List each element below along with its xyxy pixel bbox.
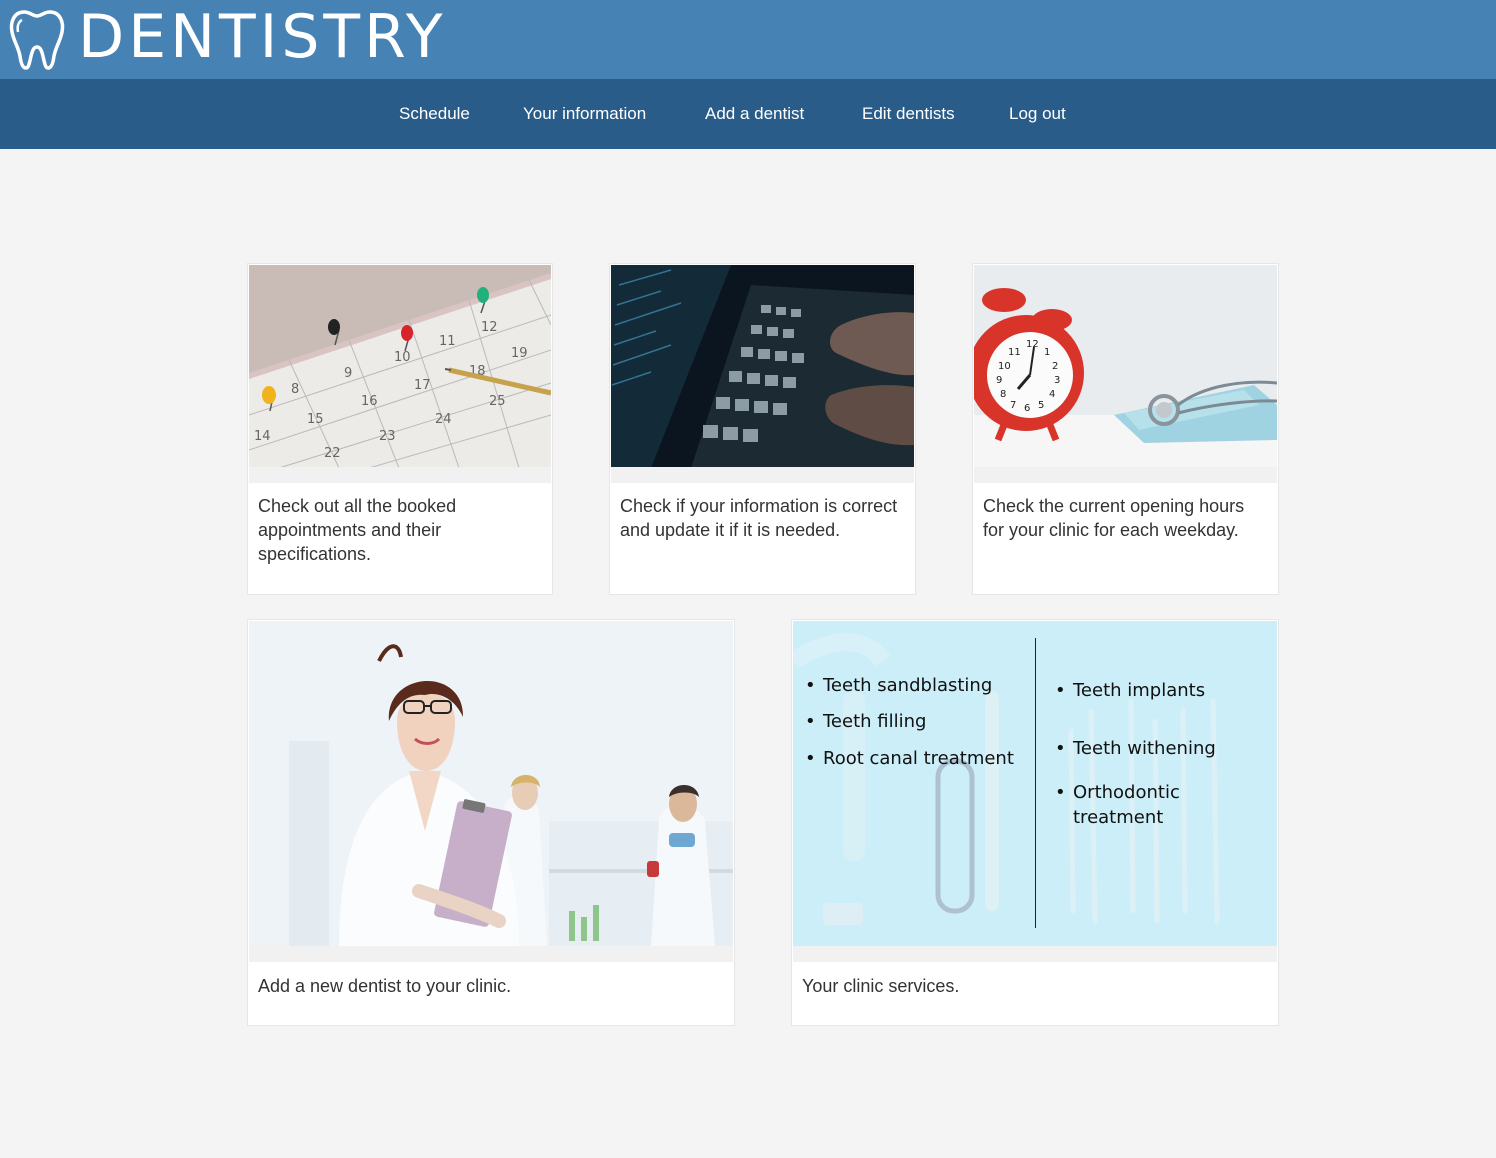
service-item: Teeth filling [803,709,1033,734]
svg-text:23: 23 [379,429,396,444]
card-divider [249,467,551,483]
svg-text:4: 4 [1049,389,1055,400]
svg-text:8: 8 [291,382,299,397]
information-card[interactable]: Check if your information is correct and… [609,263,916,595]
svg-text:2: 2 [1052,361,1058,372]
clinic-services-card-text: Your clinic services. [802,976,960,996]
schedule-card-text: Check out all the booked appointments an… [258,496,457,564]
svg-text:3: 3 [1054,375,1060,386]
dentist-photo [249,621,733,947]
nav-add-dentist[interactable]: Add a dentist [705,103,804,125]
svg-text:25: 25 [489,394,506,409]
svg-text:12: 12 [1026,339,1039,350]
brand-bar: DENTISTRY [0,0,1496,79]
svg-text:11: 11 [1008,347,1021,358]
opening-hours-card[interactable]: 12 1 2 3 4567 8 9 10 11 Check the current open… [972,263,1279,595]
svg-text:8: 8 [1000,389,1006,400]
svg-text:1: 1 [1044,347,1050,358]
service-item: Orthodontic treatment [1053,780,1268,830]
svg-text:15: 15 [307,412,324,427]
svg-text:7: 7 [1010,400,1016,411]
svg-text:10: 10 [394,350,411,365]
services-panel: Teeth sandblasting Teeth filling Root ca… [793,621,1277,947]
brand-name[interactable]: DENTISTRY [78,2,447,72]
nav-your-information[interactable]: Your information [523,103,646,125]
calendar-image: 8 9 10 11 12 14 15 16 17 18 19 22 23 24 25 [249,265,551,468]
card-divider [249,946,733,962]
main-nav: Schedule Your information Add a dentist … [0,79,1496,149]
add-dentist-card[interactable]: Add a new dentist to your clinic. [247,619,735,1026]
svg-text:10: 10 [998,361,1011,372]
svg-text:22: 22 [324,446,341,461]
service-item: Root canal treatment [803,746,1033,771]
svg-text:16: 16 [361,394,378,409]
add-dentist-card-text: Add a new dentist to your clinic. [258,976,512,996]
svg-text:5: 5 [1038,400,1044,411]
svg-text:19: 19 [511,346,528,361]
schedule-card[interactable]: 8 9 10 11 12 14 15 16 17 18 19 22 23 24 25 Check out… [247,263,553,595]
service-item: Teeth sandblasting [803,673,1033,698]
tooth-icon [9,10,65,70]
svg-text:9: 9 [344,366,352,381]
card-divider [793,946,1277,962]
services-column-divider [1035,638,1036,928]
svg-text:11: 11 [439,334,456,349]
svg-text:9: 9 [996,375,1002,386]
card-divider [974,467,1277,483]
clinic-services-card[interactable]: Teeth sandblasting Teeth filling Root ca… [791,619,1279,1026]
svg-text:17: 17 [414,378,431,393]
services-left-list: Teeth sandblasting Teeth filling Root ca… [803,673,1033,782]
nav-schedule[interactable]: Schedule [399,103,470,125]
svg-text:6: 6 [1024,403,1030,414]
svg-text:12: 12 [481,320,498,335]
card-divider [611,467,914,483]
nav-log-out[interactable]: Log out [1009,103,1066,125]
laptop-image [611,265,914,468]
service-item: Teeth withening [1053,736,1268,761]
service-item: Teeth implants [1053,678,1268,703]
services-right-list: Teeth implants Teeth withening Orthodont… [1053,678,1268,841]
svg-text:14: 14 [254,429,271,444]
svg-text:24: 24 [435,412,452,427]
opening-hours-card-text: Check the current opening hours for your… [983,496,1245,540]
clock-image: 12 1 2 3 4567 8 9 10 11 [974,265,1277,468]
nav-edit-dentists[interactable]: Edit dentists [862,103,955,125]
information-card-text: Check if your information is correct and… [620,496,898,540]
